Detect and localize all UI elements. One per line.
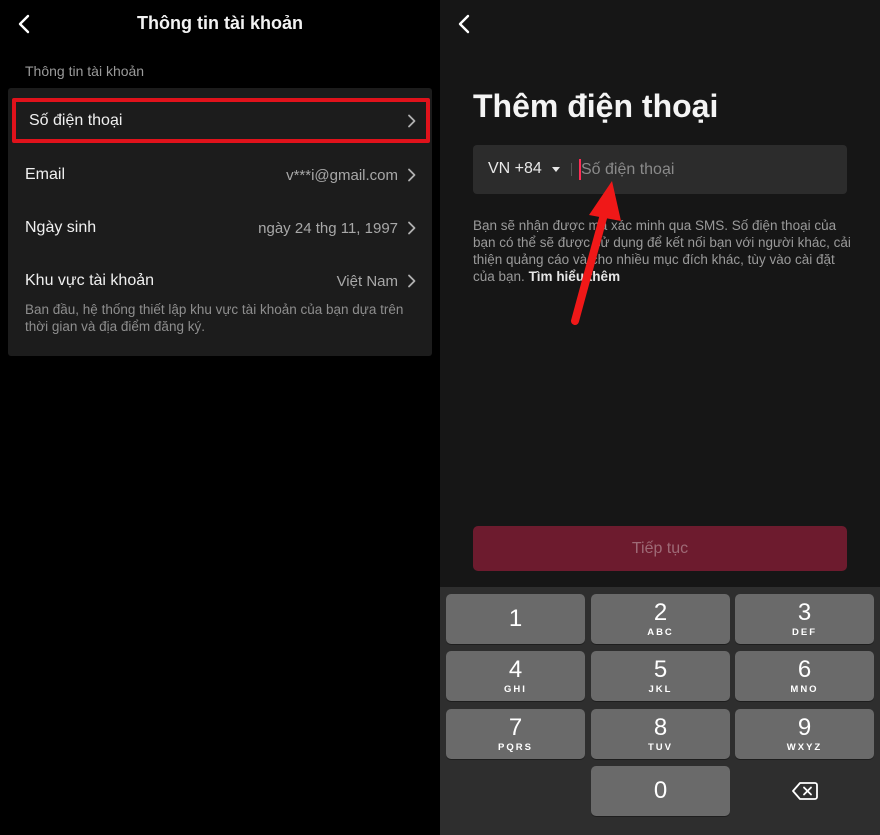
birthday-label: Ngày sinh [25,219,97,236]
key-letters: TUV [648,741,673,753]
email-value: v***i@gmail.com [286,166,398,184]
key-number: 3 [797,598,812,626]
key-letters: ABC [647,626,674,638]
key-letters: WXYZ [786,741,823,753]
key-7[interactable]: 7 PQRS [446,709,585,759]
key-empty [446,766,585,816]
backspace-icon [791,782,818,800]
email-label: Email [25,166,66,183]
page-title: Thông tin tài khoản [137,13,303,33]
continue-button[interactable]: Tiếp tục [473,526,847,571]
key-number: 7 [508,713,523,741]
phone-input-box: VN +84 [473,145,847,194]
key-letters: DEF [792,626,817,638]
chevron-left-icon [458,14,470,34]
chevron-right-icon [408,274,416,288]
phone-number-label: Số điện thoại [29,111,123,129]
section-label: Thông tin tài khoản [25,63,145,79]
key-number: 8 [653,713,668,741]
account-region-label: Khu vực tài khoản [25,272,155,289]
chevron-right-icon [408,168,416,182]
key-number: 2 [653,598,668,626]
key-number: 6 [797,655,812,683]
key-letters: PQRS [498,741,533,753]
key-3[interactable]: 3 DEF [735,594,874,644]
key-4[interactable]: 4 GHI [446,651,585,701]
phone-number-input[interactable] [581,153,831,186]
sms-info-text: Bạn sẽ nhận được mã xác minh qua SMS. Số… [473,217,853,285]
key-letters: MNO [790,683,819,695]
account-info-card: Số điện thoại Email v***i@gmail.com Ngày… [8,88,432,356]
region-note: Ban đầu, hệ thống thiết lập khu vực tài … [25,302,404,334]
birthday-row[interactable]: Ngày sinh ngày 24 thg 11, 1997 [8,204,432,252]
key-2[interactable]: 2 ABC [591,594,730,644]
phone-number-row[interactable]: Số điện thoại [12,98,430,143]
account-info-screen: Thông tin tài khoản Thông tin tài khoản … [0,0,440,835]
caret-down-icon [551,166,560,172]
page-title: Thêm điện thoại [473,88,719,124]
key-9[interactable]: 9 WXYZ [735,709,874,759]
chevron-right-icon [408,221,416,235]
key-number: 5 [653,655,668,683]
key-number: 1 [508,605,523,632]
key-letters: GHI [504,683,527,695]
chevron-right-icon [408,114,416,127]
back-button[interactable] [450,10,478,38]
key-8[interactable]: 8 TUV [591,709,730,759]
email-row[interactable]: Email v***i@gmail.com [8,151,432,199]
birthday-value: ngày 24 thg 11, 1997 [258,219,398,237]
numeric-keypad: 1 2 ABC 3 DEF 4 GHI 5 JKL 6 MNO 7 PQRS 8… [440,587,880,835]
key-5[interactable]: 5 JKL [591,651,730,701]
account-region-value: Việt Nam [336,272,398,290]
delete-key[interactable] [735,766,874,816]
key-number: 0 [653,777,668,804]
key-1[interactable]: 1 [446,594,585,644]
key-number: 4 [508,655,523,683]
country-code-selector[interactable]: VN +84 [488,160,560,178]
learn-more-link[interactable]: Tìm hiểu thêm [529,269,621,284]
divider [571,163,572,176]
key-0[interactable]: 0 [591,766,730,816]
key-6[interactable]: 6 MNO [735,651,874,701]
country-code: VN +84 [488,160,542,177]
key-number: 9 [797,713,812,741]
account-region-row[interactable]: Khu vực tài khoản Việt Nam [8,257,432,305]
key-letters: JKL [648,683,673,695]
